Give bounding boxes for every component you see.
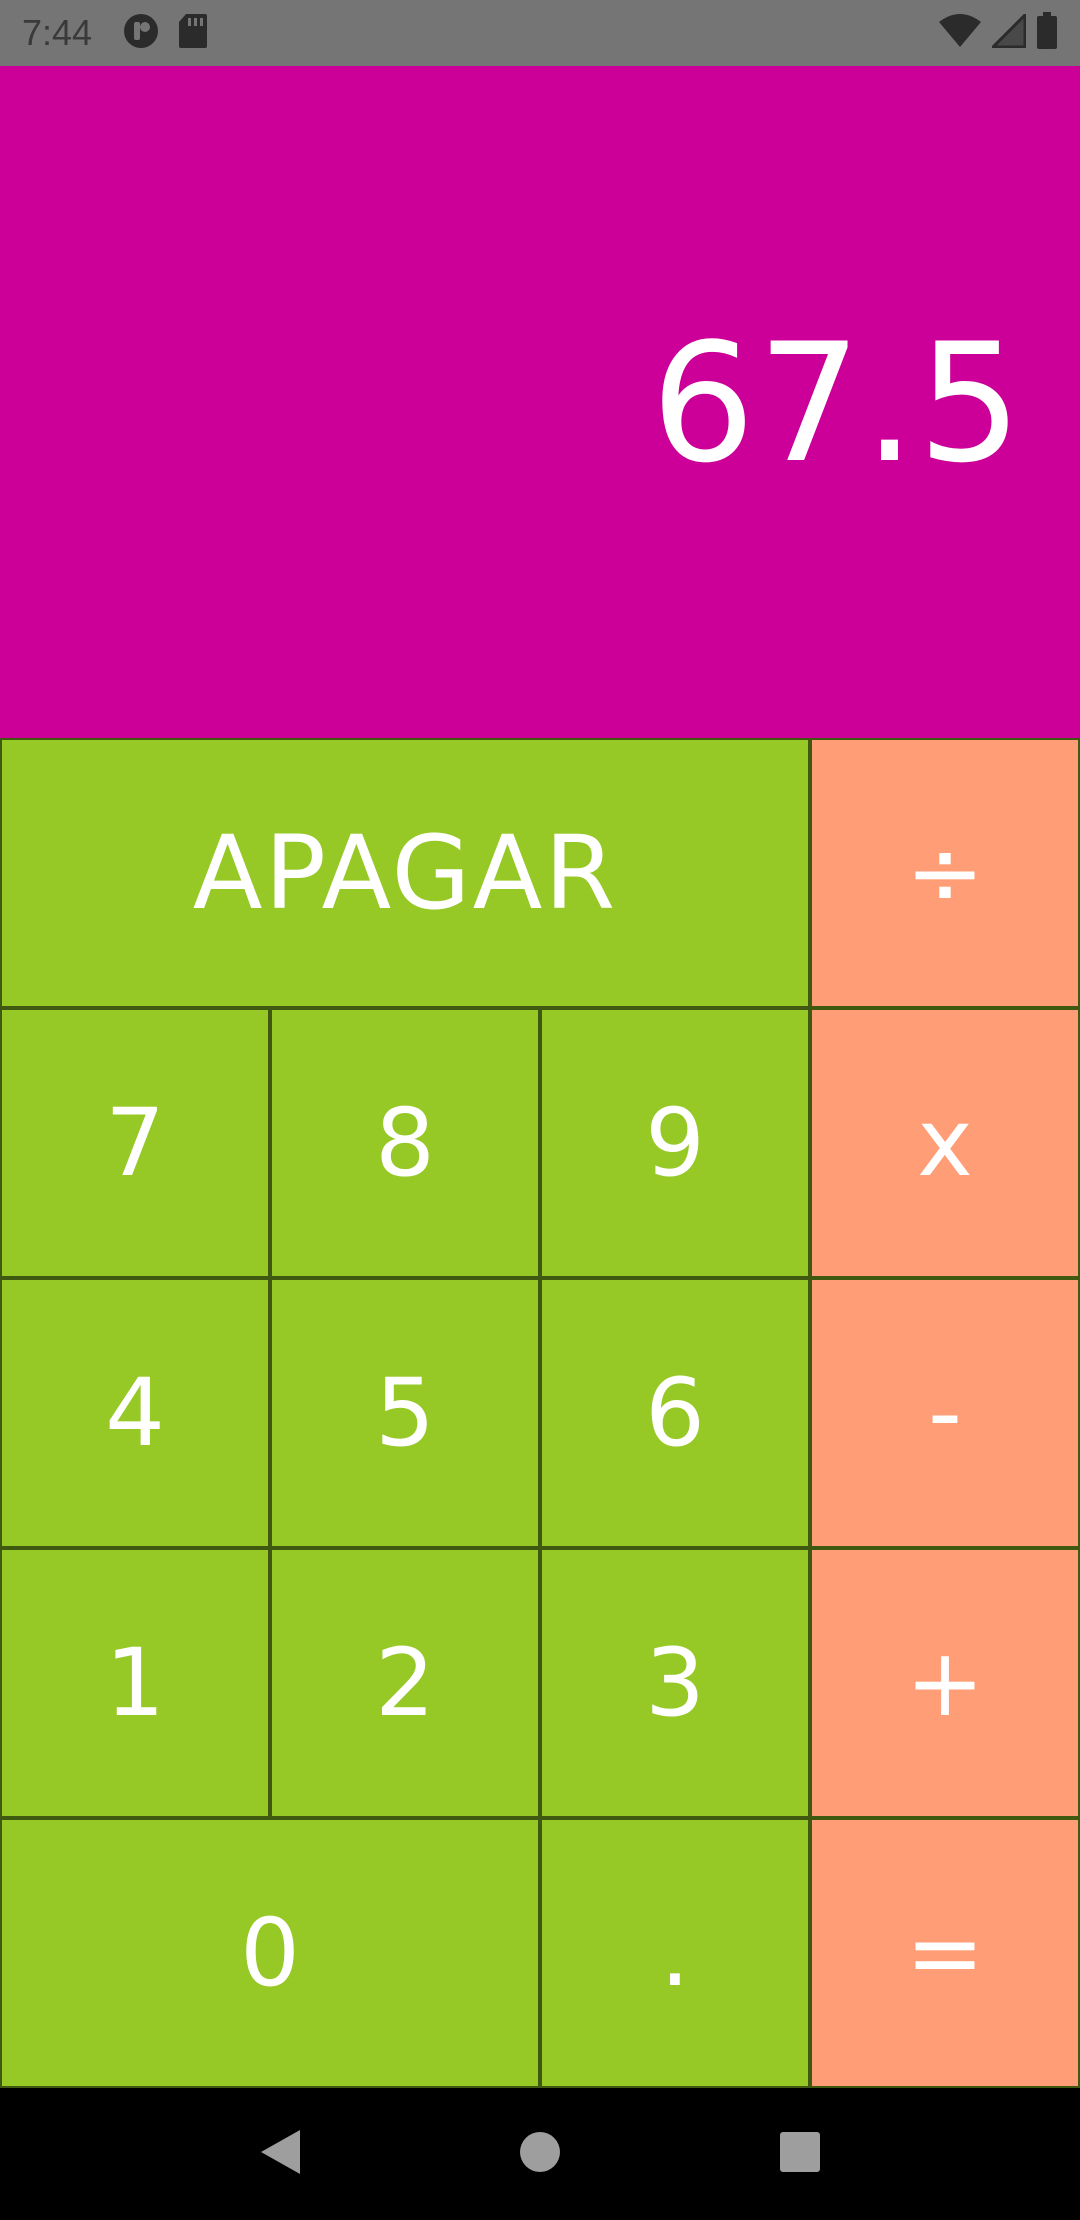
calculator-display: 67.5 (0, 66, 1080, 738)
digit-4-button[interactable]: 4 (2, 1280, 268, 1546)
digit-3-button[interactable]: 3 (542, 1550, 808, 1816)
digit-6-button[interactable]: 6 (542, 1280, 808, 1546)
sd-card-icon (178, 13, 208, 53)
digit-2-button[interactable]: 2 (272, 1550, 538, 1816)
digit-7-button[interactable]: 7 (2, 1010, 268, 1276)
back-button[interactable] (235, 2109, 325, 2199)
recents-icon (779, 2131, 821, 2177)
digit-9-button[interactable]: 9 (542, 1010, 808, 1276)
home-button[interactable] (495, 2109, 585, 2199)
multiply-button[interactable]: x (812, 1010, 1078, 1276)
keypad: APAGAR ÷ 7 8 9 x 4 5 6 - 1 2 3 + 0 . = (0, 738, 1080, 2088)
divide-button[interactable]: ÷ (812, 740, 1078, 1006)
digit-1-button[interactable]: 1 (2, 1550, 268, 1816)
display-value: 67.5 (650, 308, 1024, 499)
recents-button[interactable] (755, 2109, 845, 2199)
status-right-icons (938, 11, 1058, 54)
equals-button[interactable]: = (812, 1820, 1078, 2086)
battery-icon (1036, 12, 1058, 54)
data-saver-icon (122, 12, 160, 54)
status-left-icons (122, 12, 208, 54)
status-bar: 7:44 (0, 0, 1080, 66)
wifi-icon (938, 14, 982, 52)
navigation-bar (0, 2088, 1080, 2220)
clear-button[interactable]: APAGAR (2, 740, 808, 1006)
decimal-button[interactable]: . (542, 1820, 808, 2086)
add-button[interactable]: + (812, 1550, 1078, 1816)
subtract-button[interactable]: - (812, 1280, 1078, 1546)
digit-0-button[interactable]: 0 (2, 1820, 538, 2086)
home-icon (518, 2130, 562, 2178)
back-icon (258, 2128, 302, 2180)
status-time: 7:44 (22, 12, 93, 53)
digit-5-button[interactable]: 5 (272, 1280, 538, 1546)
digit-8-button[interactable]: 8 (272, 1010, 538, 1276)
signal-icon (989, 11, 1027, 52)
